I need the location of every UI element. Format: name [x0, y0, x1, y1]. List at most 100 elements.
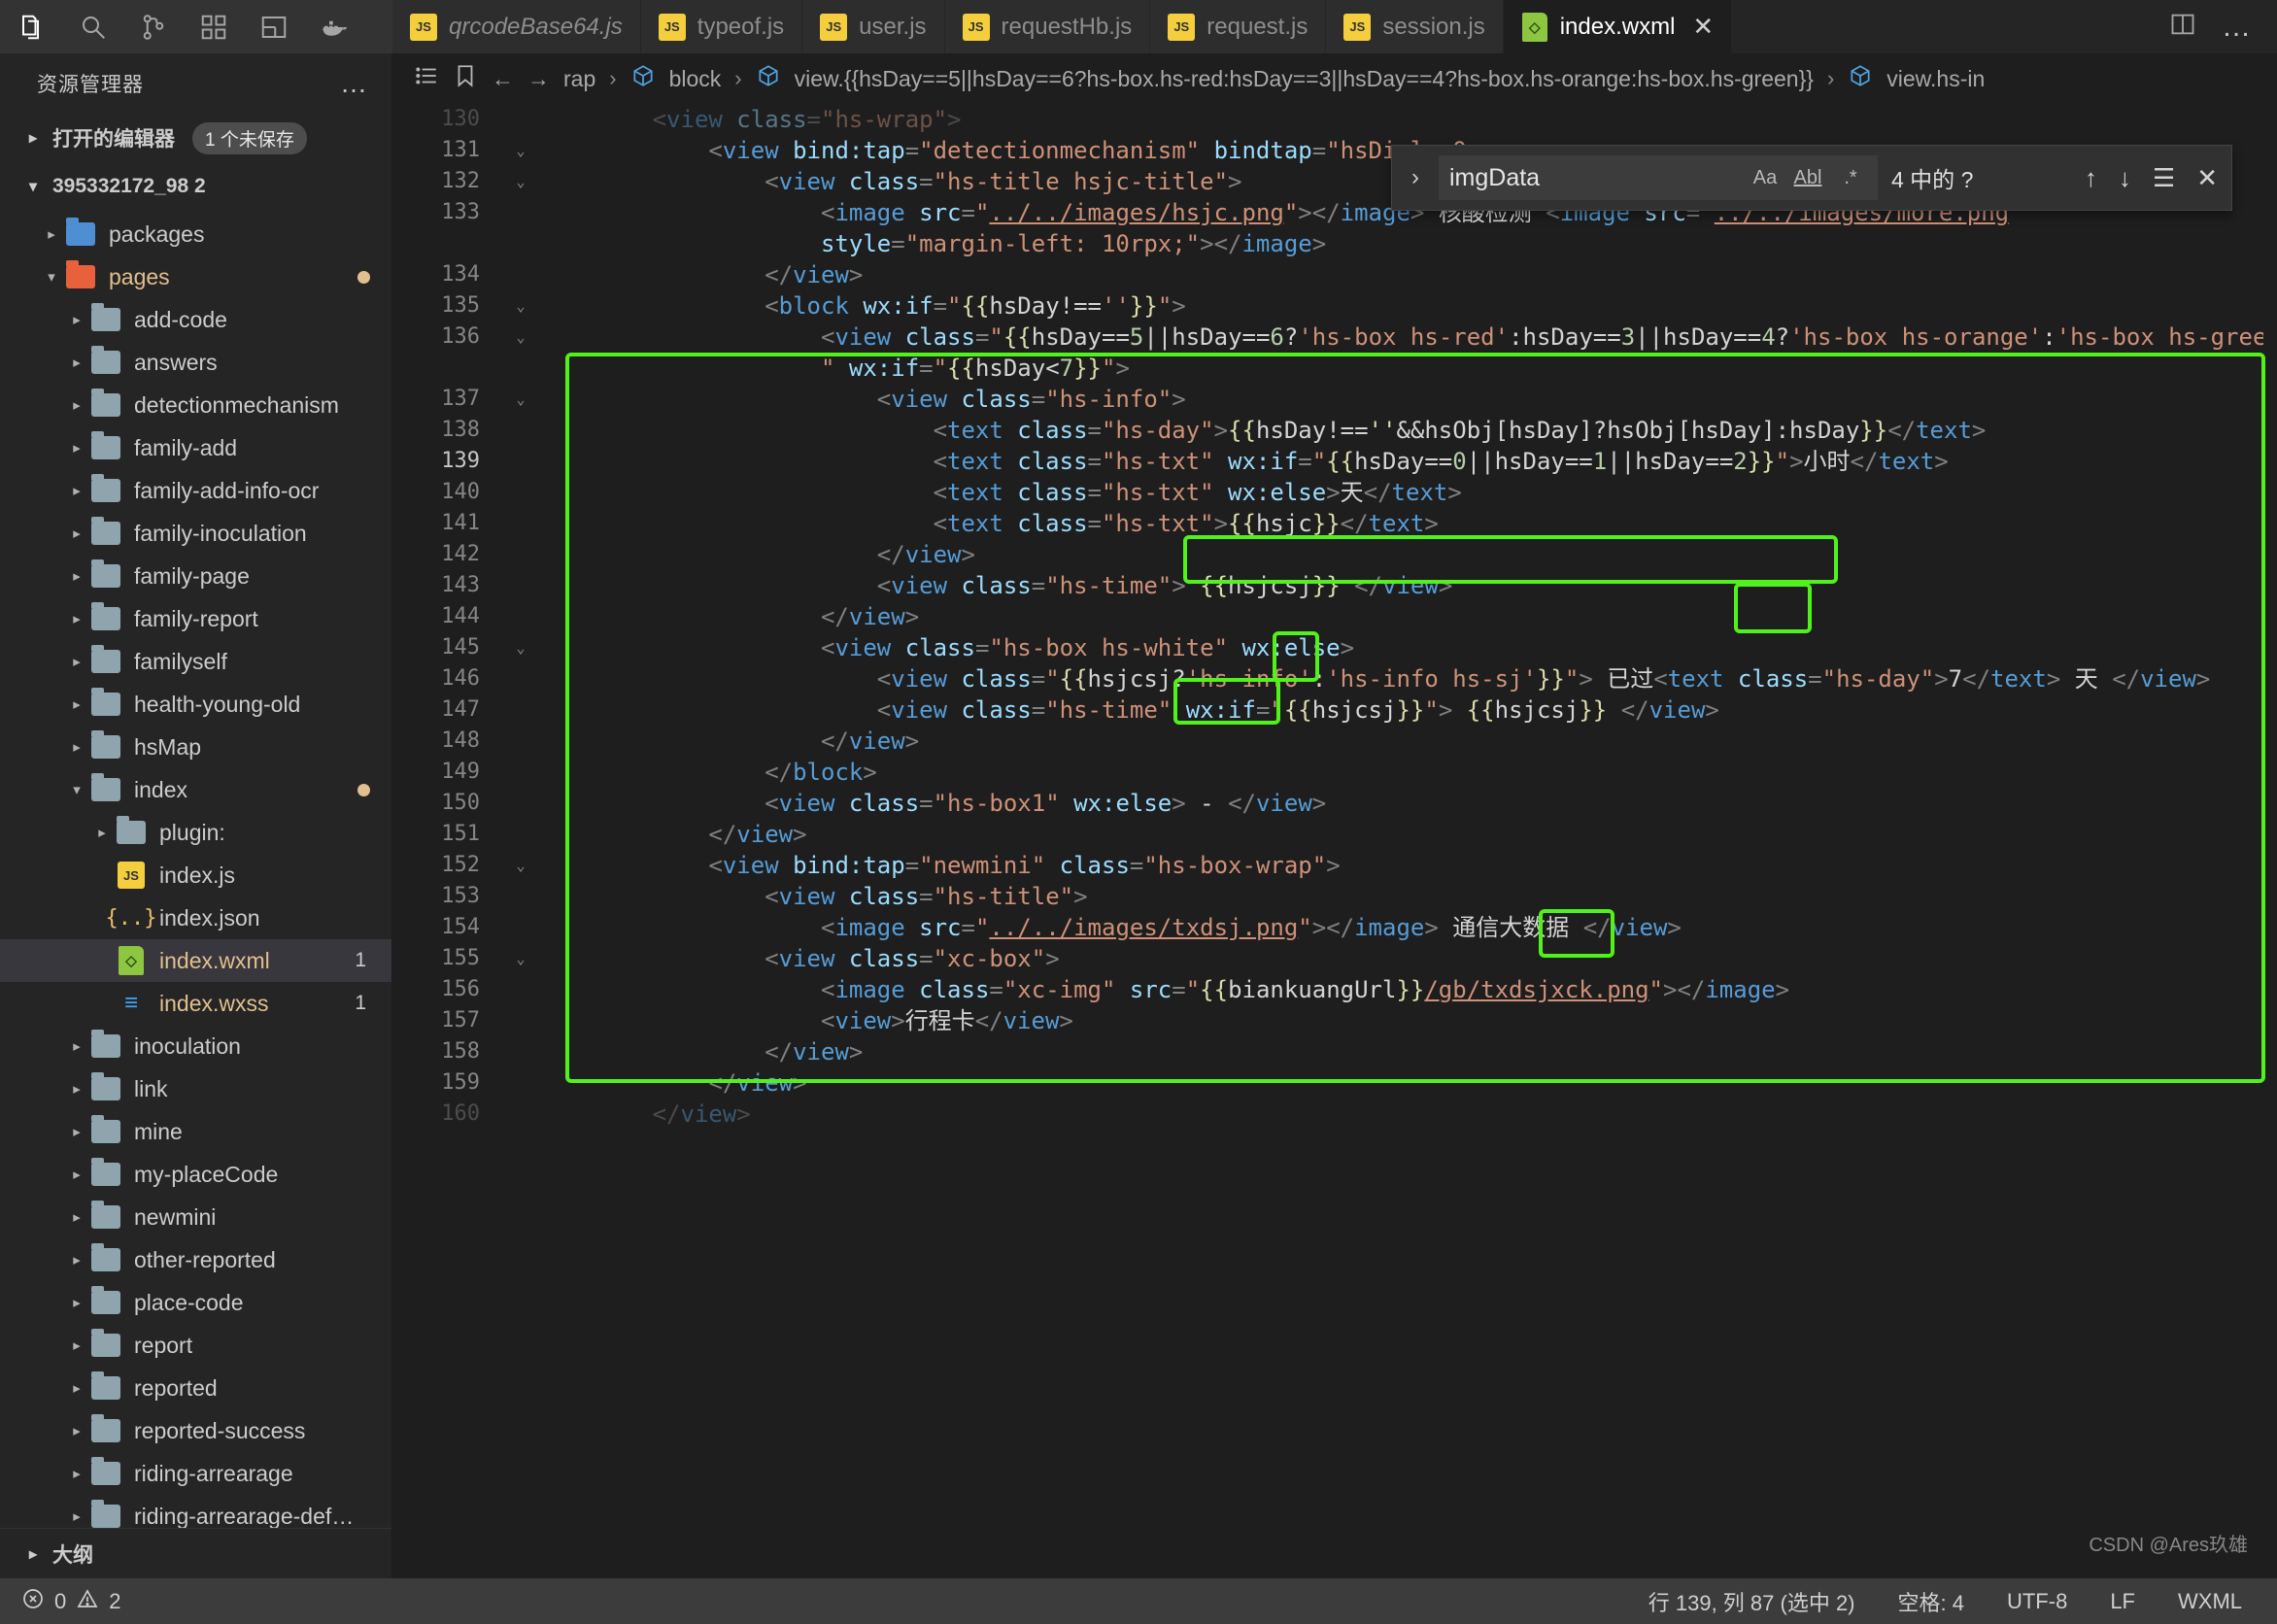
code-line[interactable]: 142 </view> — [392, 539, 2277, 570]
more-actions-icon[interactable]: … — [2222, 11, 2254, 44]
tree-item-reported-success[interactable]: ▸ reported-success — [0, 1409, 391, 1452]
breadcrumb-item-block[interactable]: block — [669, 66, 722, 92]
toggle-replace-icon[interactable]: › — [1406, 164, 1425, 191]
tree-item-other-reported[interactable]: ▸ other-reported — [0, 1238, 391, 1281]
fold-toggle-icon[interactable]: ⌄ — [501, 135, 540, 166]
fold-toggle-icon[interactable]: ⌄ — [501, 943, 540, 974]
tab-qrcodeBase64-js[interactable]: JS qrcodeBase64.js — [392, 0, 641, 53]
source-control-icon[interactable] — [134, 8, 173, 47]
warning-icon[interactable] — [76, 1587, 99, 1616]
fold-toggle-icon[interactable]: ⌄ — [501, 290, 540, 321]
code-line[interactable]: 136 ⌄ <view class="{{hsDay==5||hsDay==6?'… — [392, 321, 2277, 353]
tree-item-family-add[interactable]: ▸ family-add — [0, 426, 391, 469]
fold-toggle-icon[interactable]: ⌄ — [501, 632, 540, 663]
tree-item-mine[interactable]: ▸ mine — [0, 1110, 391, 1153]
find-input[interactable]: imgData Aa Abl .* — [1439, 155, 1878, 200]
encoding[interactable]: UTF-8 — [2007, 1589, 2067, 1614]
code-line[interactable]: " wx:if="{{hsDay<7}}"> — [392, 353, 2277, 384]
tree-item-familyself[interactable]: ▸ familyself — [0, 640, 391, 683]
match-case-icon[interactable]: Aa — [1749, 167, 1782, 189]
tree-item-family-inoculation[interactable]: ▸ family-inoculation — [0, 512, 391, 555]
tab-request-js[interactable]: JS request.js — [1150, 0, 1327, 53]
close-icon[interactable]: ✕ — [1692, 12, 1714, 42]
code-editor[interactable]: 130 <view class="hs-wrap"> 131 ⌄ <view bin… — [392, 104, 2277, 1578]
find-previous-icon[interactable]: ↑ — [2085, 163, 2097, 193]
code-line[interactable]: 147 <view class="hs-time" wx:if="{{hsjcs… — [392, 694, 2277, 726]
eol[interactable]: LF — [2110, 1589, 2135, 1614]
explorer-icon[interactable] — [14, 8, 52, 47]
code-line[interactable]: 144 </view> — [392, 601, 2277, 632]
indentation[interactable]: 空格: 4 — [1898, 1586, 1964, 1617]
extensions-icon[interactable] — [194, 8, 233, 47]
tree-item-inoculation[interactable]: ▸ inoculation — [0, 1025, 391, 1067]
section-outline[interactable]: ▸ 大纲 — [0, 1528, 391, 1578]
fold-toggle-icon[interactable]: ⌄ — [501, 166, 540, 197]
tree-item-family-add-info-ocr[interactable]: ▸ family-add-info-ocr — [0, 469, 391, 512]
editor-scrollbar[interactable] — [2263, 104, 2277, 1578]
find-next-icon[interactable]: ↓ — [2119, 163, 2131, 193]
tree-item-riding-arrearage-def-[interactable]: ▸ riding-arrearage-def… — [0, 1495, 391, 1528]
code-line[interactable]: 159 </view> — [392, 1067, 2277, 1099]
tree-item-riding-arrearage[interactable]: ▸ riding-arrearage — [0, 1452, 391, 1495]
tree-item-add-code[interactable]: ▸ add-code — [0, 298, 391, 341]
code-line[interactable]: 154 <image src="../../images/txdsj.png">… — [392, 912, 2277, 943]
code-line[interactable]: 143 <view class="hs-time"> {{hsjcsj}} </… — [392, 570, 2277, 601]
tree-item-answers[interactable]: ▸ answers — [0, 341, 391, 384]
tree-item-health-young-old[interactable]: ▸ health-young-old — [0, 683, 391, 726]
tab-user-js[interactable]: JS user.js — [802, 0, 945, 53]
code-line[interactable]: style="margin-left: 10rpx;"></image> — [392, 228, 2277, 259]
code-line[interactable]: 141 <text class="hs-txt">{{hsjc}}</text> — [392, 508, 2277, 539]
tree-item-index[interactable]: ▾ index — [0, 768, 391, 811]
code-line[interactable]: 157 <view>行程卡</view> — [392, 1005, 2277, 1036]
tree-item-index-wxml[interactable]: ▸◇ index.wxml 1 — [0, 939, 391, 982]
code-line[interactable]: 155 ⌄ <view class="xc-box"> — [392, 943, 2277, 974]
tree-item-link[interactable]: ▸ link — [0, 1067, 391, 1110]
code-line[interactable]: 135 ⌄ <block wx:if="{{hsDay!==''}}"> — [392, 290, 2277, 321]
code-line[interactable]: 150 <view class="hs-box1" wx:else> - </v… — [392, 788, 2277, 819]
tree-item-pages[interactable]: ▾ pages — [0, 255, 391, 298]
code-line[interactable]: 153 <view class="hs-title"> — [392, 881, 2277, 912]
fold-toggle-icon[interactable]: ⌄ — [501, 384, 540, 415]
tree-item-newmini[interactable]: ▸ newmini — [0, 1196, 391, 1238]
tree-item-packages[interactable]: ▸ packages — [0, 213, 391, 255]
code-line[interactable]: 160 </view> — [392, 1099, 2277, 1130]
fold-toggle-icon[interactable]: ⌄ — [501, 321, 540, 353]
tree-item-place-code[interactable]: ▸ place-code — [0, 1281, 391, 1324]
bookmark-icon[interactable] — [453, 63, 478, 94]
tree-item-detectionmechanism[interactable]: ▸ detectionmechanism — [0, 384, 391, 426]
tree-item-report[interactable]: ▸ report — [0, 1324, 391, 1367]
regex-icon[interactable]: .* — [1834, 167, 1867, 189]
code-line[interactable]: 156 <image class="xc-img" src="{{biankua… — [392, 974, 2277, 1005]
docker-icon[interactable] — [315, 8, 354, 47]
breadcrumb-item-rap[interactable]: rap — [563, 66, 595, 92]
find-close-icon[interactable]: ✕ — [2196, 163, 2218, 193]
tab-requestHb-js[interactable]: JS requestHb.js — [944, 0, 1151, 53]
code-line[interactable]: 139 <text class="hs-txt" wx:if="{{hsDay=… — [392, 446, 2277, 477]
find-in-selection-icon[interactable]: ☰ — [2153, 163, 2175, 193]
tab-typeof-js[interactable]: JS typeof.js — [640, 0, 803, 53]
outline-list-icon[interactable] — [414, 63, 439, 94]
section-open-editors[interactable]: ▸ 打开的编辑器 1 个未保存 — [0, 114, 391, 162]
code-line[interactable]: 146 <view class="{{hsjcsj?'hs-info':'hs-… — [392, 663, 2277, 694]
code-line[interactable]: 140 <text class="hs-txt" wx:else>天</text… — [392, 477, 2277, 508]
tree-item-hsmap[interactable]: ▸ hsMap — [0, 726, 391, 768]
code-line[interactable]: 137 ⌄ <view class="hs-info"> — [392, 384, 2277, 415]
code-line[interactable]: 158 </view> — [392, 1036, 2277, 1067]
tree-item-family-report[interactable]: ▸ family-report — [0, 597, 391, 640]
fold-toggle-icon[interactable]: ⌄ — [501, 850, 540, 881]
code-line[interactable]: 130 <view class="hs-wrap"> — [392, 104, 2277, 135]
code-line[interactable]: 148 </view> — [392, 726, 2277, 757]
tree-item-family-page[interactable]: ▸ family-page — [0, 555, 391, 597]
breadcrumb-item-view-class[interactable]: view.{{hsDay==5||hsDay==6?hs-box.hs-red:… — [795, 66, 1814, 92]
code-line[interactable]: 145 ⌄ <view class="hs-box hs-white" wx:el… — [392, 632, 2277, 663]
tree-item-reported[interactable]: ▸ reported — [0, 1367, 391, 1409]
cursor-position[interactable]: 行 139, 列 87 (选中 2) — [1648, 1586, 1855, 1617]
tab-session-js[interactable]: JS session.js — [1326, 0, 1504, 53]
breadcrumb-forward-arrow[interactable]: → — [527, 66, 550, 92]
code-line[interactable]: 138 <text class="hs-day">{{hsDay!==''&&h… — [392, 415, 2277, 446]
layout-icon[interactable] — [255, 8, 293, 47]
code-line[interactable]: 149 </block> — [392, 757, 2277, 788]
code-line[interactable]: 134 </view> — [392, 259, 2277, 290]
breadcrumb-back-arrow[interactable]: ← — [492, 66, 514, 92]
tree-item-my-placecode[interactable]: ▸ my-placeCode — [0, 1153, 391, 1196]
